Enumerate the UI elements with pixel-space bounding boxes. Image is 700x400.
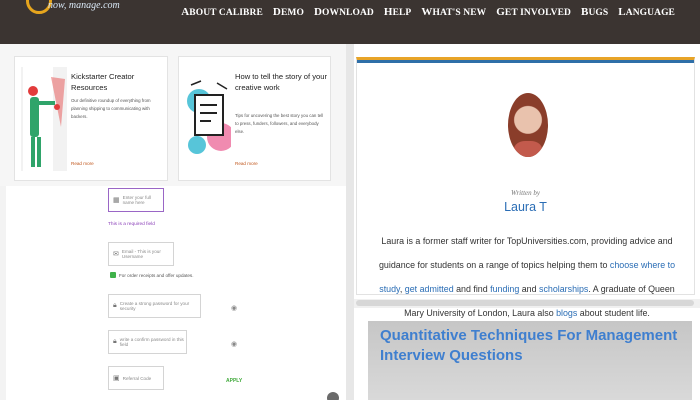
optin-label: For order receipts and offer updates. — [119, 272, 194, 278]
scholarships-link[interactable]: scholarships — [539, 284, 588, 294]
resources-section: Kickstarter Creator Resources Our defini… — [0, 44, 346, 186]
nav-bugs[interactable]: Bugs — [581, 6, 608, 18]
resource-description: Our definitive roundup of everything fro… — [71, 98, 151, 119]
resource-thumbnail — [187, 67, 231, 171]
confirm-password-placeholder: write a confirm password in this field — [119, 337, 184, 347]
referral-code-placeholder: Referral Code — [122, 375, 152, 381]
nav-whats-new[interactable]: What's New — [421, 6, 486, 18]
nav-demo[interactable]: Demo — [273, 6, 304, 18]
email-icon: ✉ — [113, 251, 119, 258]
nav-help[interactable]: Help — [384, 6, 411, 18]
user-icon: ▦ — [113, 197, 120, 204]
get-admitted-link[interactable]: get admitted — [405, 284, 454, 294]
right-column: Written by Laura T Laura is a former sta… — [354, 44, 700, 400]
gift-icon: ▣ — [113, 375, 120, 382]
nav-get-involved[interactable]: Get Involved — [496, 6, 571, 18]
horizontal-scrollbar[interactable] — [354, 299, 700, 308]
author-avatar — [508, 93, 548, 157]
referral-code-field[interactable]: ▣ Referral Code — [108, 366, 164, 390]
email-placeholder: Email - This is your Username — [121, 249, 161, 259]
article-banner-image[interactable]: Quantitative Techniques For Management I… — [368, 321, 692, 400]
signup-form: ▦ Enter your full name here This is a re… — [0, 186, 346, 400]
page: now, manage.com About Calibre Demo Downl… — [0, 0, 700, 400]
show-confirm-password-icon[interactable]: ◉ — [231, 340, 237, 348]
author-box: Written by Laura T Laura is a former sta… — [356, 57, 695, 318]
read-more-link[interactable]: Read more — [71, 161, 94, 166]
author-bio: Laura is a former staff writer for TopUn… — [371, 229, 683, 325]
left-edge — [0, 186, 6, 400]
funding-link[interactable]: funding — [490, 284, 519, 294]
optin-checkbox[interactable] — [110, 272, 116, 278]
article-image-title: Quantitative Techniques For Management I… — [380, 327, 678, 364]
apply-button[interactable]: APPLY — [226, 378, 242, 384]
nav-language[interactable]: Language — [618, 6, 675, 18]
scrollbar-thumb[interactable] — [356, 300, 694, 306]
blogs-link[interactable]: blogs — [556, 308, 577, 318]
top-nav-bar: now, manage.com About Calibre Demo Downl… — [0, 0, 700, 44]
scroll-to-top-button[interactable] — [327, 392, 339, 400]
bio-text: about student life. — [577, 308, 650, 318]
read-more-link[interactable]: Read more — [235, 161, 258, 166]
password-field[interactable]: 🔒︎ Create a strong password for your sec… — [108, 294, 201, 318]
nav-about-calibre[interactable]: About Calibre — [181, 6, 263, 18]
full-name-field[interactable]: ▦ Enter your full name here — [108, 188, 164, 212]
logo-text: now, manage.com — [48, 0, 120, 11]
nav-links: About Calibre Demo Download Help What's … — [181, 6, 675, 18]
lock-icon: 🔒︎ — [113, 302, 117, 309]
resource-card[interactable]: How to tell the story of your creative w… — [178, 56, 331, 181]
resource-description: Tips for uncovering the best story you c… — [235, 113, 324, 134]
author-name-link[interactable]: Laura T — [357, 200, 694, 214]
email-field[interactable]: ✉ Email - This is your Username — [108, 242, 174, 266]
written-by-label: Written by — [511, 189, 540, 197]
lock-icon: 🔒︎ — [113, 338, 117, 345]
resource-card[interactable]: Kickstarter Creator Resources Our defini… — [14, 56, 168, 181]
show-password-icon[interactable]: ◉ — [231, 304, 237, 312]
resource-title[interactable]: Kickstarter Creator Resources — [71, 71, 165, 93]
required-note: This is a required field — [108, 222, 155, 227]
resource-title[interactable]: How to tell the story of your creative w… — [235, 71, 327, 93]
bio-text: and — [519, 284, 540, 294]
confirm-password-field[interactable]: 🔒︎ write a confirm password in this fiel… — [108, 330, 187, 354]
password-placeholder: Create a strong password for your securi… — [119, 301, 190, 311]
bio-text: and find — [453, 284, 491, 294]
optin-checkbox-row[interactable]: For order receipts and offer updates. — [110, 272, 193, 278]
column-divider — [346, 44, 354, 400]
nav-download[interactable]: Download — [314, 6, 374, 18]
resource-thumbnail — [21, 67, 67, 171]
full-name-placeholder: Enter your full name here — [122, 195, 151, 205]
